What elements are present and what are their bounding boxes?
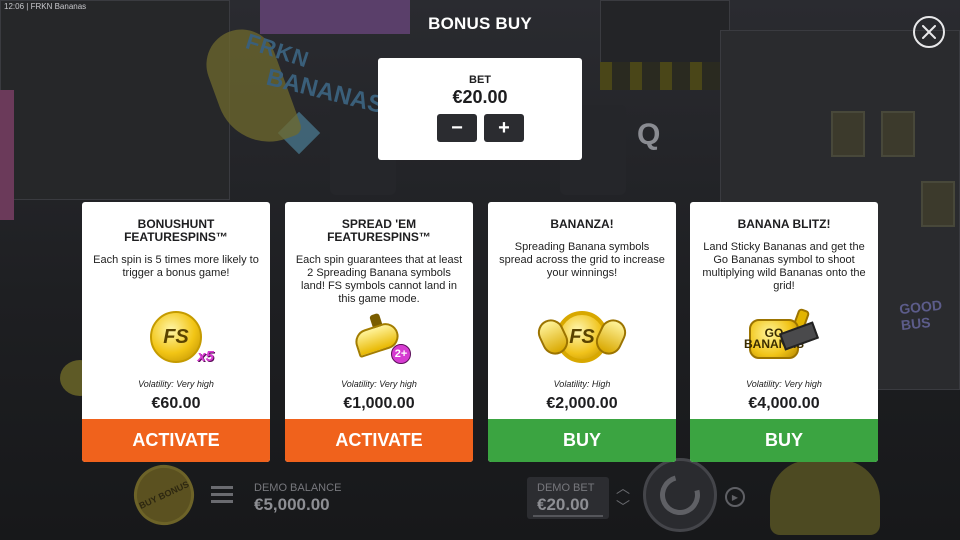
bonus-card-spread-em: SPREAD 'EM FEATURESPINS™ Each spin guara… (285, 202, 473, 462)
card-title: BONUSHUNT FEATURESPINS™ (124, 217, 228, 244)
activate-button[interactable]: ACTIVATE (285, 419, 473, 462)
card-price: €4,000.00 (748, 395, 820, 412)
fs-banana-coin-icon: FS (533, 307, 631, 367)
card-art: 2+ (285, 298, 473, 376)
page-title: BONUS BUY (428, 14, 532, 33)
building-window (881, 111, 915, 157)
multiplier-badge: x5 (197, 348, 214, 365)
card-description: Each spin guarantees that at least 2 Spr… (295, 254, 463, 305)
card-description: Land Sticky Bananas and get the Go Banan… (702, 241, 866, 292)
demo-bet-value: €20.00 (537, 495, 589, 514)
coin-text: FS (569, 325, 595, 348)
card-volatility: Volatility: Very high (746, 379, 822, 389)
bet-label: BET (469, 74, 491, 86)
go-bananas-icon: GO BANANAS (744, 307, 823, 365)
building-window (921, 181, 955, 227)
card-art: GO BANANAS (690, 298, 878, 376)
activate-button[interactable]: ACTIVATE (82, 419, 270, 462)
bet-increase-button[interactable]: + (484, 114, 524, 142)
building-window (831, 111, 865, 157)
status-time: 12:06 (4, 2, 25, 11)
close-icon (922, 25, 936, 39)
hazard-stripe (600, 62, 720, 90)
card-price: €60.00 (151, 395, 201, 412)
bet-value: €20.00 (452, 87, 508, 107)
card-description: Spreading Banana symbols spread across t… (499, 241, 665, 279)
spin-button[interactable] (643, 458, 717, 532)
demo-bet: DEMO BET €20.00 (527, 477, 609, 519)
card-price: €2,000.00 (546, 395, 618, 412)
graffiti-text: GOOD BUS (898, 296, 943, 334)
buy-button[interactable]: BUY (488, 419, 676, 462)
reel-symbol-q: Q (637, 118, 661, 151)
bonus-card-banana-blitz: BANANA BLITZ! Land Sticky Bananas and ge… (690, 202, 878, 462)
menu-icon[interactable] (211, 486, 233, 504)
card-title: SPREAD 'EM FEATURESPINS™ (327, 217, 431, 244)
bet-decrease-button[interactable]: − (437, 114, 477, 142)
autoplay-icon[interactable]: ▶ (725, 487, 745, 507)
status-bar: 12:06 | FRKN Bananas (4, 2, 86, 11)
card-volatility: Volatility: Very high (138, 379, 214, 389)
buy-button[interactable]: BUY (690, 419, 878, 462)
demo-bet-label: DEMO BET (537, 482, 595, 494)
card-art: FS x5 (82, 298, 270, 376)
bet-increase-chevron-icon[interactable]: ︿ (614, 481, 632, 495)
card-price: €1,000.00 (343, 395, 415, 412)
status-app-name: FRKN Bananas (30, 2, 87, 11)
demo-balance: DEMO BALANCE €5,000.00 (254, 482, 341, 515)
fs-x5-coin-icon: FS x5 (150, 311, 214, 365)
card-title: BANANZA! (550, 217, 614, 231)
background-building (600, 0, 730, 70)
card-description: Each spin is 5 times more likely to trig… (93, 254, 259, 279)
demo-balance-label: DEMO BALANCE (254, 482, 342, 494)
card-art: FS (488, 298, 676, 376)
close-button[interactable] (913, 16, 945, 48)
divider (533, 515, 603, 517)
bonus-card-bonushunt: BONUSHUNT FEATURESPINS™ Each spin is 5 t… (82, 202, 270, 462)
banana-2plus-icon: 2+ (351, 312, 411, 364)
bet-panel: BET €20.00 − + (378, 58, 582, 160)
count-badge: 2+ (391, 344, 411, 364)
card-volatility: Volatility: High (553, 379, 611, 389)
coin-text: FS (163, 325, 189, 348)
bonus-card-bananza: BANANZA! Spreading Banana symbols spread… (488, 202, 676, 462)
card-volatility: Volatility: Very high (341, 379, 417, 389)
spin-icon (652, 467, 708, 523)
game-logo: FRKN BANANAS (196, 18, 387, 158)
status-separator: | (26, 2, 29, 11)
card-title: BANANA BLITZ! (737, 217, 831, 231)
demo-balance-value: €5,000.00 (254, 495, 330, 514)
background-window (0, 90, 14, 220)
bet-decrease-chevron-icon[interactable]: ﹀ (614, 500, 632, 514)
